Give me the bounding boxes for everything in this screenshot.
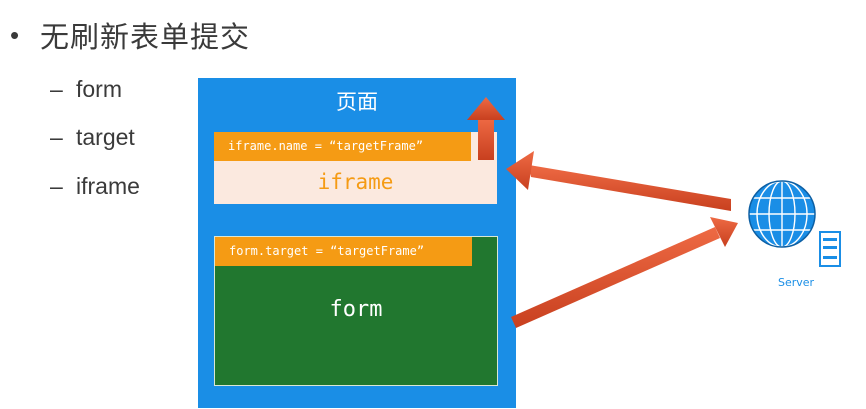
response-arrow <box>506 151 731 211</box>
upload-arrow <box>467 97 505 160</box>
arrows-layer <box>467 97 738 328</box>
server-label: Server <box>778 276 815 289</box>
submit-arrow <box>511 217 738 328</box>
